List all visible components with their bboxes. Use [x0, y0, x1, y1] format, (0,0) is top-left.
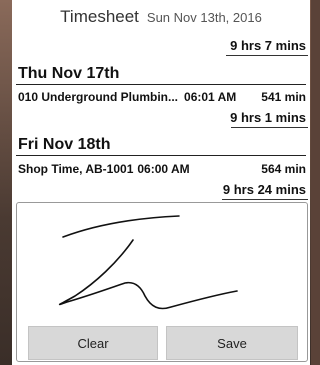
entry-job: Shop Time, AB-1001 — [18, 162, 134, 176]
day-total: 9 hrs 1 mins — [230, 110, 306, 125]
day-total: 9 hrs 24 mins — [222, 182, 306, 197]
day-heading: Thu Nov 17th — [18, 65, 120, 82]
background-left — [0, 0, 12, 365]
entry-minutes: 541 min — [261, 90, 306, 104]
day-divider — [16, 84, 306, 85]
entry-time: 06:00 AM — [137, 162, 190, 176]
timesheet-entry[interactable]: 010 Underground Plumbin... 06:01 AM 541 … — [18, 90, 306, 104]
day-heading: Fri Nov 18th — [18, 136, 111, 153]
clear-button[interactable]: Clear — [28, 326, 158, 360]
timesheet-panel: Timesheet Sun Nov 13th, 2016 9 hrs 7 min… — [12, 0, 310, 365]
entry-job: 010 Underground Plumbin... — [18, 90, 179, 104]
signature-stroke — [58, 215, 238, 310]
total-underline — [222, 199, 308, 200]
signature-pad[interactable]: Clear Save — [16, 202, 308, 362]
entry-minutes: 564 min — [261, 162, 306, 176]
save-button[interactable]: Save — [166, 326, 298, 360]
timesheet-entry[interactable]: Shop Time, AB-1001 06:00 AM 564 min — [18, 162, 306, 176]
total-underline — [226, 55, 308, 56]
entry-time: 06:01 AM — [184, 90, 237, 104]
timesheet-header: Timesheet Sun Nov 13th, 2016 — [12, 0, 310, 34]
page-title: Timesheet — [60, 7, 139, 26]
day-total: 9 hrs 7 mins — [230, 38, 306, 53]
week-date: Sun Nov 13th, 2016 — [146, 9, 262, 25]
day-divider — [16, 155, 306, 156]
total-underline — [231, 127, 308, 128]
